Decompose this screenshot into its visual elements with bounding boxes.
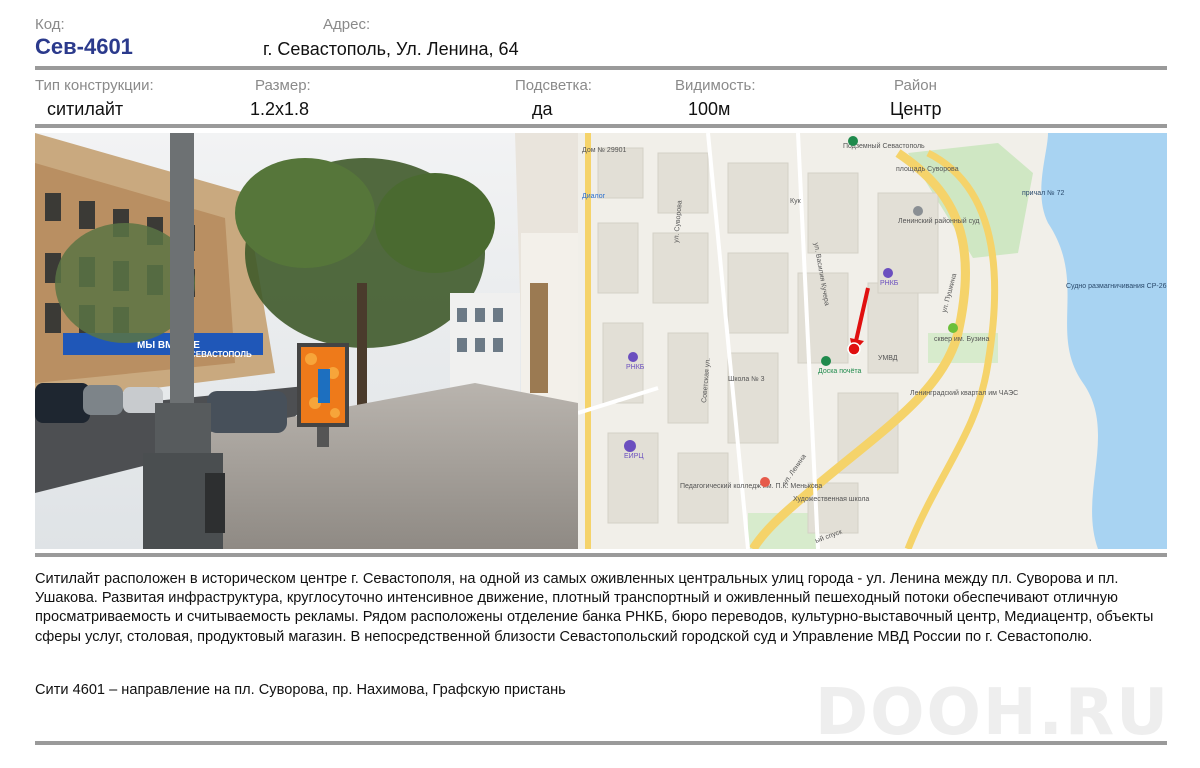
bank-icon-2 — [628, 352, 638, 362]
light-value: да — [532, 99, 553, 119]
location-map[interactable]: Подземный Севастополь площадь Суворова п… — [578, 133, 1167, 549]
map-label-rnkb-2: РНКБ — [626, 364, 645, 371]
code-label: Код: — [35, 16, 65, 33]
star-icon — [821, 356, 831, 366]
map-label-umvd: УМВД — [878, 355, 898, 362]
map-label-kuk: Кук — [790, 198, 802, 205]
sign-text-2: СЕВАСТОПОЛЬ — [190, 350, 252, 359]
map-label-square-2: сквер им. Бузина — [934, 336, 989, 343]
map-label-eirc: ЕИРЦ — [624, 453, 644, 460]
visibility-value: 100м — [688, 99, 731, 119]
district-value: Центр — [890, 99, 942, 119]
poi-icon — [760, 477, 770, 487]
code-value: Сев-4601 — [35, 34, 133, 59]
bank-icon — [883, 268, 893, 278]
divider-specs — [35, 124, 1167, 128]
type-value: ситилайт — [47, 99, 124, 119]
divider-top — [35, 66, 1167, 70]
divider-content — [35, 553, 1167, 557]
map-label-board: Доска почёта — [818, 368, 861, 375]
map-label-school: Школа № 3 — [728, 376, 765, 383]
divider-bottom — [35, 741, 1167, 745]
parking-icon — [624, 440, 636, 452]
type-label: Тип конструкции: — [35, 77, 154, 94]
size-value: 1.2x1.8 — [250, 99, 310, 119]
district-label: Район — [894, 77, 937, 94]
map-label-pier: причал № 72 — [1022, 190, 1065, 197]
light-label: Подсветка: — [515, 77, 592, 94]
court-icon — [913, 206, 923, 216]
size-label: Размер: — [255, 77, 311, 94]
map-label-house: Дом № 29901 — [582, 147, 626, 154]
street-photo: МЫ ВМЕСТЕ СЕВАСТОПОЛЬ — [35, 133, 578, 549]
map-label-rnkb-1: РНКБ — [880, 280, 899, 287]
direction-note: Сити 4601 – направление на пл. Суворова,… — [35, 682, 566, 698]
address-label: Адрес: — [323, 16, 371, 33]
map-label-square: площадь Суворова — [896, 166, 959, 173]
map-label-artschool: Художественная школа — [793, 496, 869, 503]
location-pin-icon[interactable] — [847, 342, 861, 356]
metro-icon — [848, 136, 858, 146]
map-label-leningrad: Ленинградский квартал им ЧАЭС — [910, 389, 1018, 397]
park-icon — [948, 323, 958, 333]
map-label-college: Педагогический колледж им. П.К. Менькова — [680, 482, 822, 490]
map-label-court: Ленинский районный суд — [898, 217, 980, 225]
description: Ситилайт расположен в историческом центр… — [35, 571, 1154, 645]
map-label-dialog: Диалог — [582, 193, 606, 200]
map-label-ship: Судно размагничивания СР-26 — [1066, 283, 1167, 290]
address-value: г. Севастополь, Ул. Ленина, 64 — [263, 39, 519, 59]
visibility-label: Видимость: — [675, 77, 756, 94]
watermark: DOOH.RU — [815, 676, 1171, 750]
